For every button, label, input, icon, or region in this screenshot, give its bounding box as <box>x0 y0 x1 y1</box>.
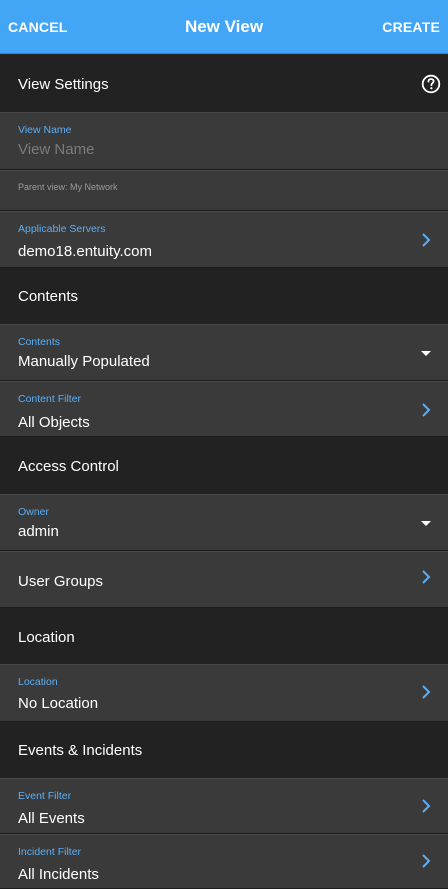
field-value: All Objects <box>18 414 90 431</box>
event-filter-field[interactable]: Event Filter All Events <box>0 778 448 834</box>
section-title: Events & Incidents <box>18 742 143 759</box>
applicable-servers-field[interactable]: Applicable Servers demo18.entuity.com <box>0 211 448 268</box>
user-groups-field[interactable]: User Groups <box>0 551 448 608</box>
content-filter-field[interactable]: Content Filter All Objects <box>0 381 448 437</box>
field-caption: Location <box>18 676 58 688</box>
cancel-button[interactable]: CANCEL <box>8 0 68 54</box>
field-value: No Location <box>18 695 99 712</box>
caret-down-icon <box>421 351 431 356</box>
chevron-right-icon <box>422 685 431 699</box>
chevron-right-icon <box>422 799 431 813</box>
section-view-settings: View Settings <box>0 55 448 112</box>
section-title: Contents <box>18 288 79 305</box>
field-caption: View Name <box>18 124 72 136</box>
field-value: demo18.entuity.com <box>18 243 152 260</box>
location-field[interactable]: Location No Location <box>0 664 448 722</box>
contents-dropdown[interactable]: Contents Manually Populated <box>0 324 448 381</box>
section-title: Location <box>18 629 75 646</box>
view-name-input[interactable]: View Name <box>18 141 94 158</box>
view-name-field[interactable]: View Name View Name <box>0 112 448 170</box>
create-button[interactable]: CREATE <box>382 0 440 54</box>
owner-dropdown[interactable]: Owner admin <box>0 494 448 551</box>
field-value: All Events <box>18 810 85 827</box>
parent-view-text: Parent view: My Network <box>18 182 118 192</box>
field-caption: Contents <box>18 336 61 348</box>
section-events-incidents: Events & Incidents <box>0 722 448 778</box>
caret-down-icon <box>421 521 431 526</box>
section-title: View Settings <box>18 76 109 93</box>
chevron-right-icon <box>422 570 431 584</box>
incident-filter-field[interactable]: Incident Filter All Incidents <box>0 834 448 889</box>
chevron-right-icon <box>422 403 431 417</box>
section-contents: Contents <box>0 268 448 324</box>
field-label: User Groups <box>18 573 104 590</box>
field-value: Manually Populated <box>18 353 150 370</box>
chevron-right-icon <box>422 233 431 247</box>
section-location: Location <box>0 608 448 664</box>
field-caption: Owner <box>18 506 49 518</box>
section-title: Access Control <box>18 458 119 475</box>
field-caption: Applicable Servers <box>18 223 106 235</box>
section-access-control: Access Control <box>0 437 448 494</box>
field-caption: Incident Filter <box>18 846 82 858</box>
field-value: All Incidents <box>18 866 99 883</box>
chevron-right-icon <box>422 854 431 868</box>
app-bar: CANCEL New View CREATE <box>0 0 448 54</box>
help-circle-icon[interactable] <box>421 74 441 94</box>
field-value: admin <box>18 523 59 540</box>
field-caption: Event Filter <box>18 790 72 802</box>
field-caption: Content Filter <box>18 393 82 405</box>
parent-view-row: Parent view: My Network <box>0 170 448 211</box>
